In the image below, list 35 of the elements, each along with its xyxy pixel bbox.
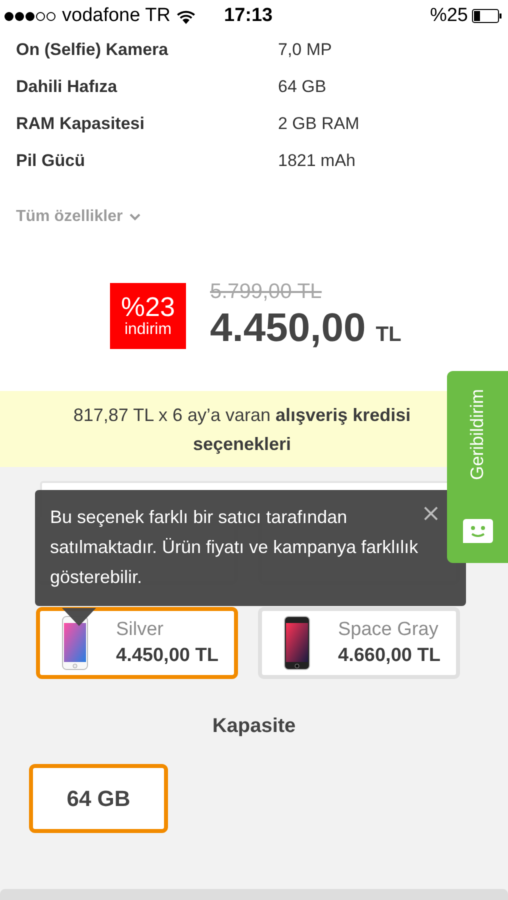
currency-label: TL bbox=[376, 323, 402, 347]
carrier-name: vodafone TR bbox=[62, 5, 170, 27]
battery-percent: %25 bbox=[430, 5, 468, 27]
wifi-icon bbox=[176, 8, 196, 24]
clock-time: 17:13 bbox=[224, 5, 273, 26]
capacity-title: Kapasite bbox=[211, 715, 297, 738]
discount-label: indirim bbox=[124, 320, 172, 338]
spec-value: 2 GB RAM bbox=[278, 114, 360, 134]
spec-value: 64 GB bbox=[278, 77, 328, 97]
battery-icon bbox=[472, 9, 502, 23]
credit-banner-text: 817,87 TL x 6 ay’a varan alışveriş kredisi seçenekleri bbox=[72, 404, 412, 456]
phone-image bbox=[62, 616, 88, 670]
discount-percent: %23 bbox=[120, 292, 176, 320]
color-name: Space Gray bbox=[338, 619, 440, 641]
old-price: 5.799,00 TL bbox=[210, 280, 323, 304]
smiley-chat-icon bbox=[462, 519, 492, 543]
color-name: Silver bbox=[116, 619, 165, 641]
chevron-down-icon bbox=[128, 213, 141, 221]
color-option-card[interactable]: Silver 4.450,00 TL bbox=[36, 607, 238, 679]
color-price: 4.450,00 TL bbox=[116, 645, 218, 667]
spec-value: 1821 mAh bbox=[278, 151, 356, 171]
spec-label: RAM Kapasitesi bbox=[16, 114, 146, 134]
close-button[interactable]: × bbox=[418, 500, 444, 526]
capacity-option[interactable]: 64 GB bbox=[29, 764, 168, 833]
phone-image bbox=[284, 616, 310, 670]
color-price: 4.660,00 TL bbox=[338, 645, 440, 667]
spec-label: Dahili Hafıza bbox=[16, 77, 118, 97]
current-price: 4.450,00 bbox=[210, 306, 366, 351]
spec-label: On (Selfie) Kamera bbox=[16, 40, 170, 60]
spec-label: Pil Gücü bbox=[16, 151, 86, 171]
tooltip-arrow bbox=[62, 608, 96, 626]
spec-value: 7,0 MP bbox=[278, 40, 333, 60]
color-option-card[interactable]: Space Gray 4.660,00 TL bbox=[258, 607, 460, 679]
tooltip-text: Bu seçenek farklı bir satıcı tarafından satılmaktadır. Ürün fiyatı ve kampanya farklılık gösterebilir. bbox=[50, 506, 420, 589]
signal-icon bbox=[4, 10, 56, 22]
